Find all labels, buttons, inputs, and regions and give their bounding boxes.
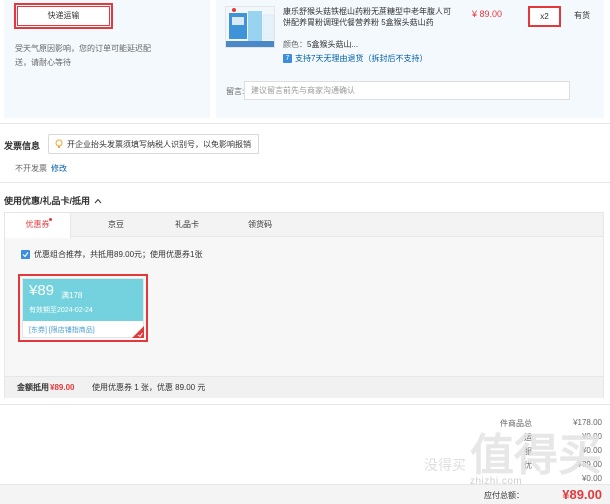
lightbulb-icon xyxy=(55,139,63,148)
section-divider xyxy=(0,182,610,183)
coupon-combo-checkbox[interactable]: 优惠组合推荐，共抵用89.00元；使用优惠券1张 xyxy=(21,249,202,260)
memo-label: 留言: xyxy=(226,87,245,96)
quantity-value: x2 xyxy=(528,6,561,27)
tab-jingdou[interactable]: 京豆 xyxy=(83,213,149,237)
seven-day-return-icon: 7 xyxy=(283,54,292,63)
coupon-card-header: ¥89 满178 有效期至2024-02-24 xyxy=(23,279,143,321)
product-image-icon xyxy=(226,7,274,47)
coupon-summary-bar: 金额抵用 ¥89.00 使用优惠券 1 张，优惠 89.00 元 xyxy=(5,376,603,398)
watermark-slogan: 没得买 xyxy=(424,457,466,474)
coupon-section-toggle[interactable]: 使用优惠/礼品卡/抵用 xyxy=(4,194,102,207)
watermark-text: 值得买 xyxy=(470,430,602,481)
variant-value: 5盒猴头菇山... xyxy=(307,40,359,49)
shipping-method-button[interactable]: 快递运输 xyxy=(17,6,110,26)
return-policy-link[interactable]: 7 支持7天无理由退货（拆封后不支持） xyxy=(283,53,427,64)
tab-label: 优惠券 xyxy=(25,220,50,229)
selected-check-corner-icon xyxy=(132,326,144,338)
invoice-section-title: 发票信息 xyxy=(4,141,41,151)
payable-label: 应付总额： xyxy=(484,491,524,500)
section-divider xyxy=(0,404,610,405)
coupon-combo-text: 优惠组合推荐，共抵用89.00元；使用优惠券1张 xyxy=(34,250,203,259)
coupon-scope: [东券] [限店铺指商品] xyxy=(29,327,95,334)
shipping-panel: 快递运输 受天气原因影响，您的订单可能延迟配送，请耐心等待 xyxy=(4,0,210,118)
new-dot-icon xyxy=(49,218,52,221)
coupon-threshold: 满178 xyxy=(61,291,83,300)
product-thumbnail[interactable] xyxy=(225,6,275,48)
payable-bar: 应付总额： ¥89.00 xyxy=(0,484,610,504)
tab-coupons[interactable]: 优惠券 xyxy=(5,213,71,238)
product-panel: 康乐舒猴头菇铁棍山药粉无蔗糖型中老年腹人可饼配养胃粉调理代餐营养粉 5盒猴头菇山… xyxy=(216,0,604,118)
stock-status: 有货 xyxy=(574,11,590,20)
coupon-tab-bar: 优惠券 京豆 礼品卡 领货码 xyxy=(5,213,603,238)
coupon-card[interactable]: ¥89 满178 有效期至2024-02-24 [东券] [限店铺指商品] xyxy=(22,278,144,338)
invoice-tip: 开企业抬头发票须填写纳税人识别号，以免影响报销 xyxy=(48,134,259,154)
invoice-status: 不开发票 修改 xyxy=(15,163,67,174)
product-title-link[interactable]: 康乐舒猴头菇铁棍山药粉无蔗糖型中老年腹人可饼配养胃粉调理代餐营养粉 5盒猴头菇山… xyxy=(283,6,453,28)
seller-memo-input[interactable]: 建议留言前先与商家沟通确认 xyxy=(244,81,570,100)
invoice-tip-text: 开企业抬头发票须填写纳税人识别号，以免影响报销 xyxy=(67,139,251,149)
coupon-amount: ¥89 xyxy=(29,282,55,299)
product-price: ¥ 89.00 xyxy=(472,9,503,19)
coupon-validity: 有效期至2024-02-24 xyxy=(29,307,93,314)
weather-delay-notice: 受天气原因影响，您的订单可能延迟配送，请耐心等待 xyxy=(15,44,151,67)
section-divider xyxy=(0,123,610,124)
invoice-status-text: 不开发票 xyxy=(15,164,47,173)
chevron-up-icon xyxy=(94,198,102,203)
tab-gift-card[interactable]: 礼品卡 xyxy=(154,213,220,237)
payable-amount: ¥89.00 xyxy=(562,487,602,502)
coupon-summary-label: 金额抵用 xyxy=(17,383,49,392)
return-policy-text: 支持7天无理由退货（拆封后不支持） xyxy=(295,54,428,63)
coupon-section-title: 使用优惠/礼品卡/抵用 xyxy=(4,196,91,206)
checkbox-checked-icon xyxy=(21,250,30,259)
variant-label: 颜色： xyxy=(283,40,307,49)
invoice-edit-link[interactable]: 修改 xyxy=(51,164,67,173)
coupon-summary-amount: ¥89.00 xyxy=(50,383,75,392)
coupon-summary-desc: 使用优惠券 1 张，优惠 89.00 元 xyxy=(92,383,206,392)
tab-redeem-code[interactable]: 领货码 xyxy=(227,213,293,237)
product-variant: 颜色：5盒猴头菇山... xyxy=(283,39,358,50)
coupon-panel: 优惠券 京豆 礼品卡 领货码 优惠组合推荐，共抵用89.00元；使用优惠券1张 … xyxy=(4,212,604,398)
